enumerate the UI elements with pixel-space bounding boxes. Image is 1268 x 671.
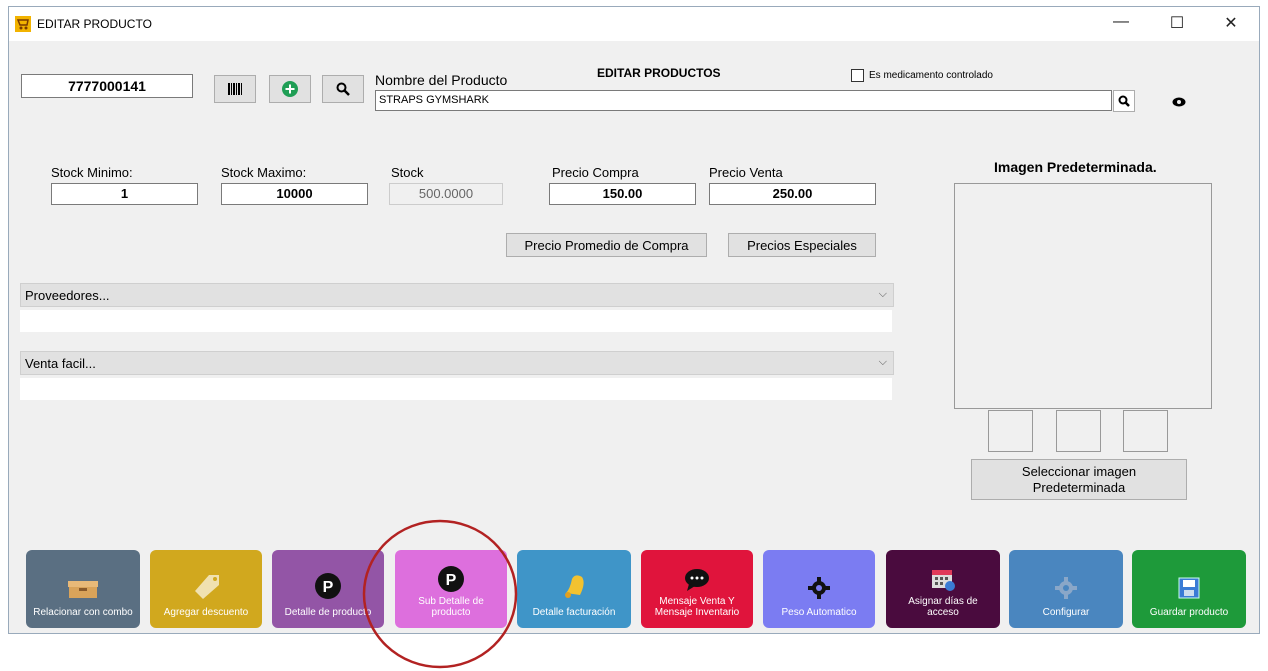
plus-circle-icon	[282, 81, 298, 97]
tile-label: Mensaje Venta Y Mensaje Inventario	[654, 596, 740, 618]
window-title: EDITAR PRODUCTO	[37, 17, 152, 31]
suppliers-list[interactable]	[20, 310, 892, 332]
buy-price-input[interactable]: 150.00	[549, 183, 696, 205]
chevron-down-icon: ⌵	[878, 288, 887, 300]
tile-add-discount[interactable]: Agregar descuento	[150, 550, 262, 628]
stock-min-input[interactable]: 1	[51, 183, 198, 205]
gear-icon	[808, 577, 830, 599]
highlight-circle	[362, 519, 518, 669]
product-name-label: Nombre del Producto	[375, 72, 508, 88]
barcode-button[interactable]	[214, 75, 256, 103]
eye-icon	[1172, 97, 1186, 107]
title-bar: EDITAR PRODUCTO — ☐ ✕	[9, 7, 1259, 41]
checkbox-box[interactable]	[851, 69, 864, 82]
image-panel-title: Imagen Predeterminada.	[994, 159, 1157, 175]
tile-automatic-weight[interactable]: Peso Automatico	[763, 550, 875, 628]
suppliers-dropdown[interactable]: Proveedores... ⌵	[20, 283, 894, 307]
floppy-icon	[1178, 577, 1200, 599]
tile-configure[interactable]: Configurar	[1009, 550, 1123, 628]
thumbnail-1[interactable]	[988, 410, 1033, 452]
box-icon	[68, 581, 98, 598]
barcode-icon	[228, 83, 242, 95]
stock-input: 500.0000	[389, 183, 503, 205]
edit-product-window: EDITAR PRODUCTO — ☐ ✕ 7777000141 Nombre …	[8, 6, 1260, 634]
tile-label: Peso Automatico	[781, 607, 857, 618]
product-code-input[interactable]: 7777000141	[21, 74, 193, 98]
stock-max-label: Stock Maximo:	[221, 165, 307, 180]
stock-max-input[interactable]: 10000	[221, 183, 368, 205]
select-image-label-2: Predeterminada	[1032, 479, 1126, 495]
minimize-button[interactable]: —	[1101, 13, 1141, 31]
tile-label: Configurar	[1042, 607, 1090, 618]
sell-price-input[interactable]: 250.00	[709, 183, 876, 205]
special-prices-button[interactable]: Precios Especiales	[728, 233, 876, 257]
select-image-button[interactable]: Seleccionar imagen Predeterminada	[971, 459, 1187, 500]
product-name-input[interactable]: STRAPS GYMSHARK	[375, 90, 1112, 111]
close-button[interactable]: ✕	[1211, 13, 1251, 33]
chevron-down-icon: ⌵	[878, 356, 887, 368]
tile-label: Relacionar con combo	[33, 607, 133, 618]
svg-text:P: P	[323, 579, 334, 596]
default-image-box[interactable]	[954, 183, 1212, 409]
average-price-button[interactable]: Precio Promedio de Compra	[506, 233, 707, 257]
thumbnail-3[interactable]	[1123, 410, 1168, 452]
controlled-medicine-checkbox[interactable]: Es medicamento controlado	[851, 69, 993, 82]
p-circle-icon: P	[315, 573, 341, 599]
sell-price-label: Precio Venta	[709, 165, 783, 180]
checkbox-label: Es medicamento controlado	[869, 70, 993, 81]
tag-icon	[195, 575, 219, 599]
stock-label: Stock	[391, 165, 424, 180]
thumbnail-2[interactable]	[1056, 410, 1101, 452]
easy-sale-dropdown[interactable]: Venta facil... ⌵	[20, 351, 894, 375]
easy-sale-dropdown-value: Venta facil...	[25, 355, 96, 371]
suppliers-dropdown-value: Proveedores...	[25, 287, 110, 303]
tile-assign-access-days[interactable]: Asignar días de acceso	[886, 550, 1000, 628]
select-image-label-1: Seleccionar imagen	[1021, 463, 1137, 479]
buy-price-label: Precio Compra	[552, 165, 639, 180]
cart-app-icon	[15, 16, 31, 32]
search-name-button[interactable]	[1113, 90, 1135, 112]
tile-label: Detalle de producto	[284, 607, 372, 618]
tile-billing-detail[interactable]: Detalle facturación	[517, 550, 631, 628]
tile-label: Agregar descuento	[163, 607, 249, 618]
add-button[interactable]	[269, 75, 311, 103]
tile-relate-combo[interactable]: Relacionar con combo	[26, 550, 140, 628]
maximize-button[interactable]: ☐	[1157, 13, 1197, 33]
tile-save-product[interactable]: Guardar producto	[1132, 550, 1246, 628]
section-title: EDITAR PRODUCTOS	[597, 66, 721, 80]
tile-label: Guardar producto	[1149, 607, 1229, 618]
calendar-icon	[932, 570, 955, 591]
search-code-button[interactable]	[322, 75, 364, 103]
easy-sale-list[interactable]	[20, 378, 892, 400]
bell-icon	[565, 575, 584, 598]
search-icon	[336, 82, 350, 96]
view-button[interactable]	[1166, 92, 1192, 112]
stock-min-label: Stock Minimo:	[51, 165, 133, 180]
gear-icon	[1055, 577, 1077, 599]
search-icon	[1118, 95, 1130, 107]
tile-sale-inventory-message[interactable]: Mensaje Venta Y Mensaje Inventario	[641, 550, 753, 628]
chat-icon	[685, 569, 709, 591]
tile-label: Detalle facturación	[532, 607, 616, 618]
tile-label: Asignar días de acceso	[908, 596, 978, 618]
